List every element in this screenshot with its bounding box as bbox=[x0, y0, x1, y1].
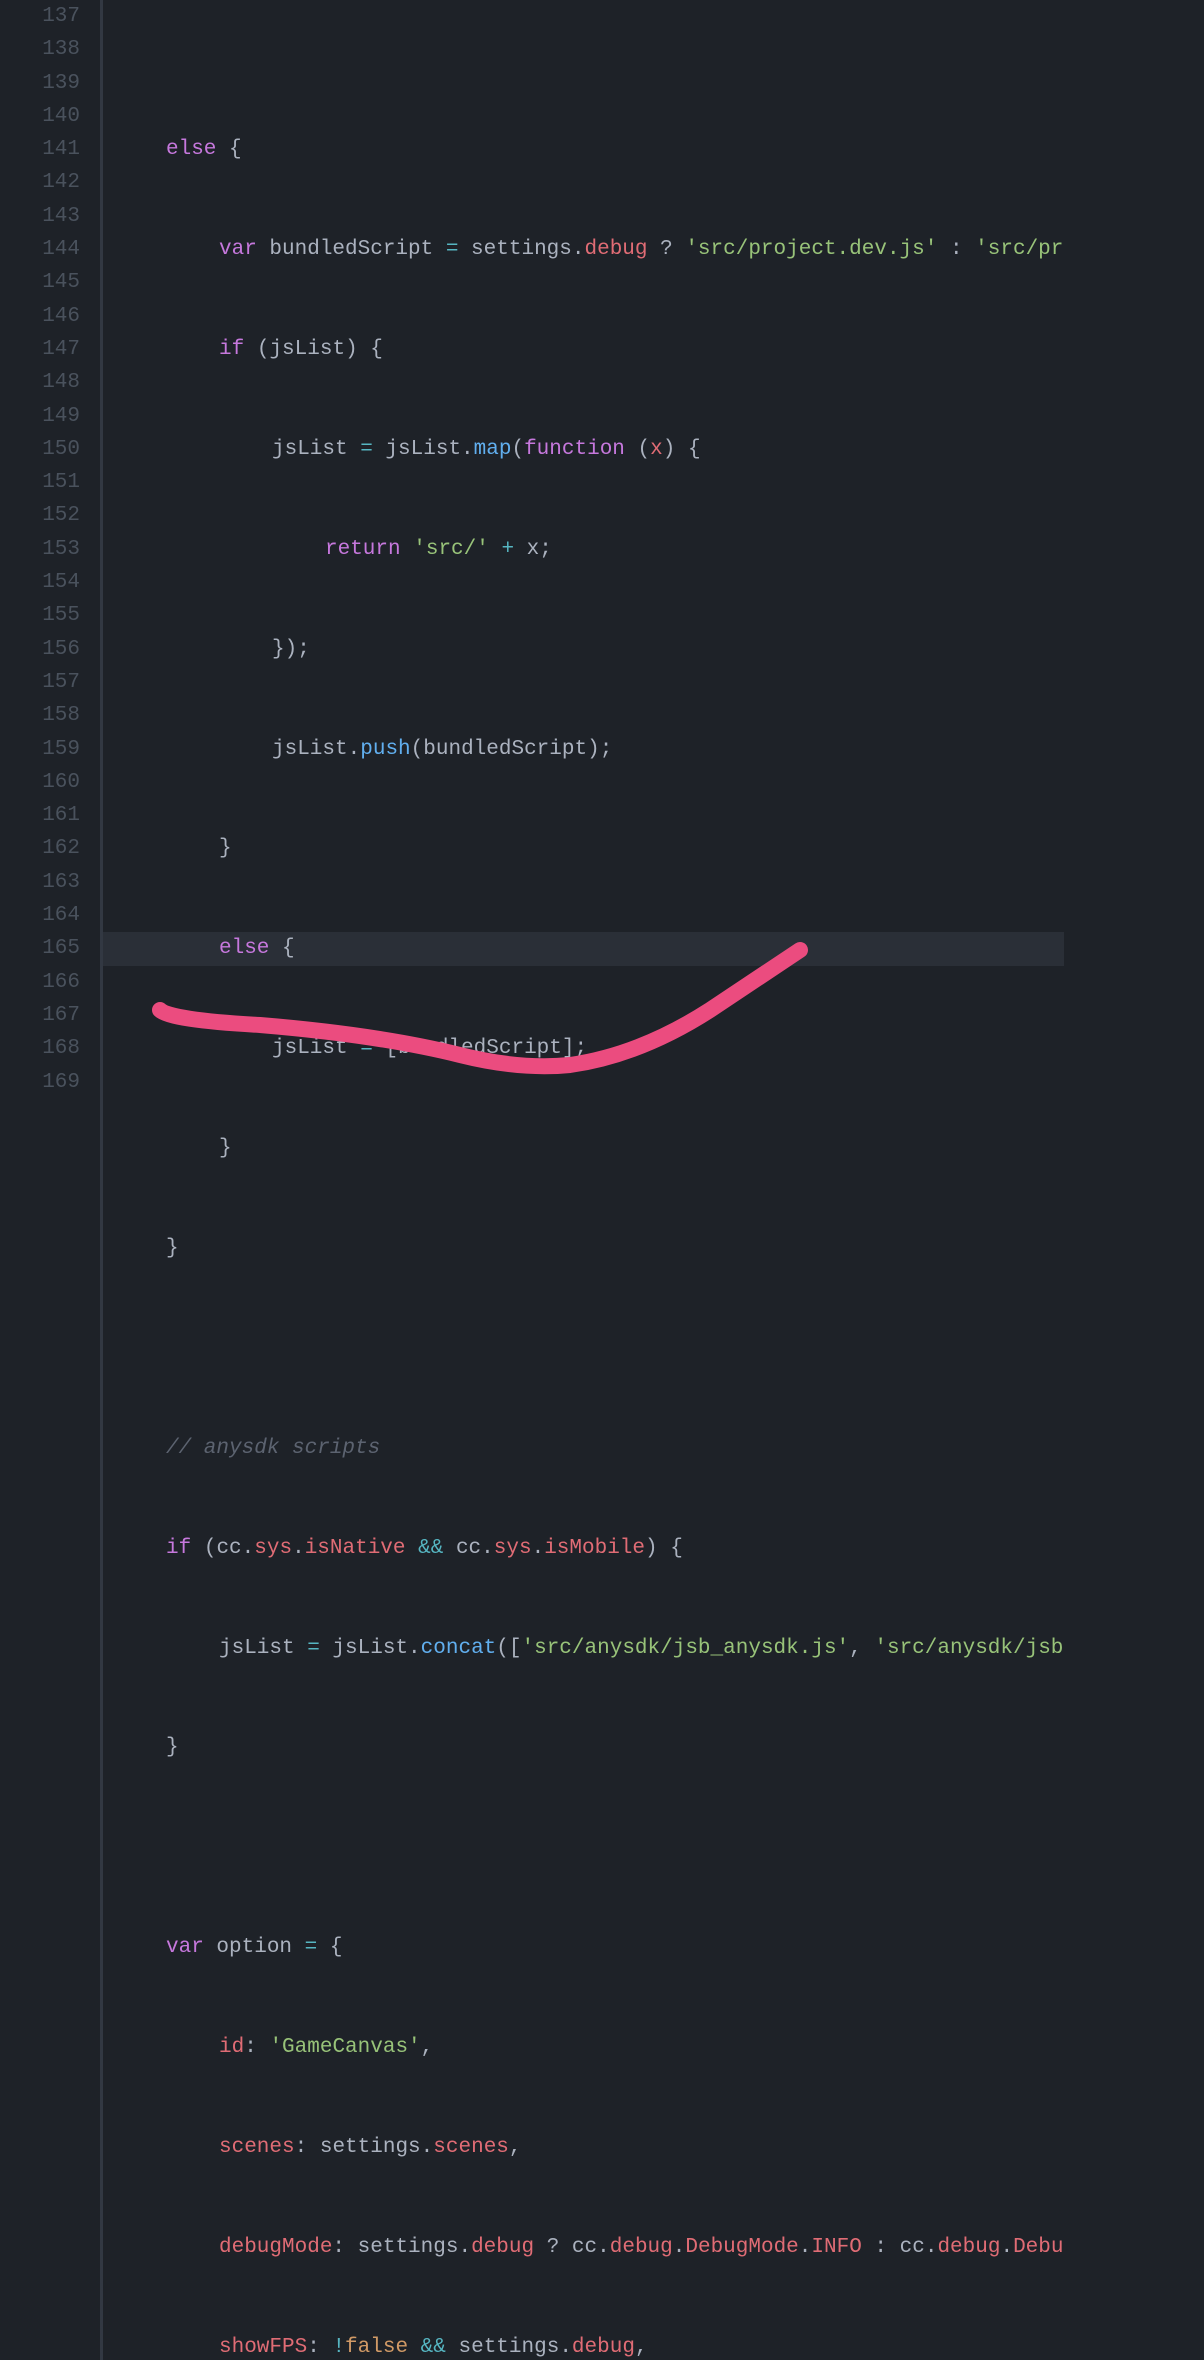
code-line[interactable]: jsList.push(bundledScript); bbox=[100, 733, 1064, 766]
line-number: 147 bbox=[0, 333, 80, 366]
code-line[interactable]: if (cc.sys.isNative && cc.sys.isMobile) … bbox=[100, 1532, 1064, 1565]
line-number: 140 bbox=[0, 100, 80, 133]
line-number: 139 bbox=[0, 67, 80, 100]
line-number: 143 bbox=[0, 200, 80, 233]
code-line[interactable]: }); bbox=[100, 633, 1064, 666]
code-line[interactable]: } bbox=[100, 832, 1064, 865]
line-number: 153 bbox=[0, 533, 80, 566]
code-line[interactable]: else { bbox=[100, 133, 1064, 166]
code-line[interactable]: showFPS: !false && settings.debug, bbox=[100, 2331, 1064, 2360]
line-number: 169 bbox=[0, 1066, 80, 1099]
line-number: 155 bbox=[0, 599, 80, 632]
code-editor[interactable]: 1371381391401411421431441451461471481491… bbox=[0, 0, 1204, 2360]
code-line[interactable]: if (jsList) { bbox=[100, 333, 1064, 366]
code-line[interactable]: jsList = jsList.concat(['src/anysdk/jsb_… bbox=[100, 1632, 1064, 1665]
code-line[interactable] bbox=[100, 1831, 1064, 1864]
line-number: 148 bbox=[0, 366, 80, 399]
code-line[interactable]: } bbox=[100, 1731, 1064, 1764]
line-number: 163 bbox=[0, 866, 80, 899]
code-line[interactable]: var option = { bbox=[100, 1931, 1064, 1964]
line-number: 152 bbox=[0, 499, 80, 532]
line-number: 161 bbox=[0, 799, 80, 832]
line-number-gutter: 1371381391401411421431441451461471481491… bbox=[0, 0, 100, 2360]
line-number: 156 bbox=[0, 633, 80, 666]
line-number: 149 bbox=[0, 400, 80, 433]
line-number: 137 bbox=[0, 0, 80, 33]
code-line[interactable]: else { bbox=[100, 932, 1064, 965]
code-area[interactable]: else { var bundledScript = settings.debu… bbox=[100, 0, 1064, 2360]
line-number: 150 bbox=[0, 433, 80, 466]
line-number: 145 bbox=[0, 266, 80, 299]
line-number: 151 bbox=[0, 466, 80, 499]
line-number: 138 bbox=[0, 33, 80, 66]
code-line[interactable]: return 'src/' + x; bbox=[100, 533, 1064, 566]
code-line[interactable]: id: 'GameCanvas', bbox=[100, 2031, 1064, 2064]
line-number: 142 bbox=[0, 166, 80, 199]
code-line[interactable]: debugMode: settings.debug ? cc.debug.Deb… bbox=[100, 2231, 1064, 2264]
line-number: 146 bbox=[0, 300, 80, 333]
code-line[interactable]: } bbox=[100, 1132, 1064, 1165]
line-number: 160 bbox=[0, 766, 80, 799]
line-number: 154 bbox=[0, 566, 80, 599]
code-line[interactable]: scenes: settings.scenes, bbox=[100, 2131, 1064, 2164]
code-line[interactable]: var bundledScript = settings.debug ? 'sr… bbox=[100, 233, 1064, 266]
code-line[interactable]: jsList = [bundledScript]; bbox=[100, 1032, 1064, 1065]
code-line[interactable]: jsList = jsList.map(function (x) { bbox=[100, 433, 1064, 466]
line-number: 157 bbox=[0, 666, 80, 699]
code-line[interactable]: } bbox=[100, 1232, 1064, 1265]
line-number: 167 bbox=[0, 999, 80, 1032]
line-number: 165 bbox=[0, 932, 80, 965]
line-number: 168 bbox=[0, 1032, 80, 1065]
line-number: 141 bbox=[0, 133, 80, 166]
line-number: 164 bbox=[0, 899, 80, 932]
line-number: 166 bbox=[0, 966, 80, 999]
line-number: 158 bbox=[0, 699, 80, 732]
code-line[interactable]: // anysdk scripts bbox=[100, 1432, 1064, 1465]
line-number: 162 bbox=[0, 832, 80, 865]
line-number: 144 bbox=[0, 233, 80, 266]
code-line[interactable] bbox=[100, 1332, 1064, 1365]
line-number: 159 bbox=[0, 733, 80, 766]
